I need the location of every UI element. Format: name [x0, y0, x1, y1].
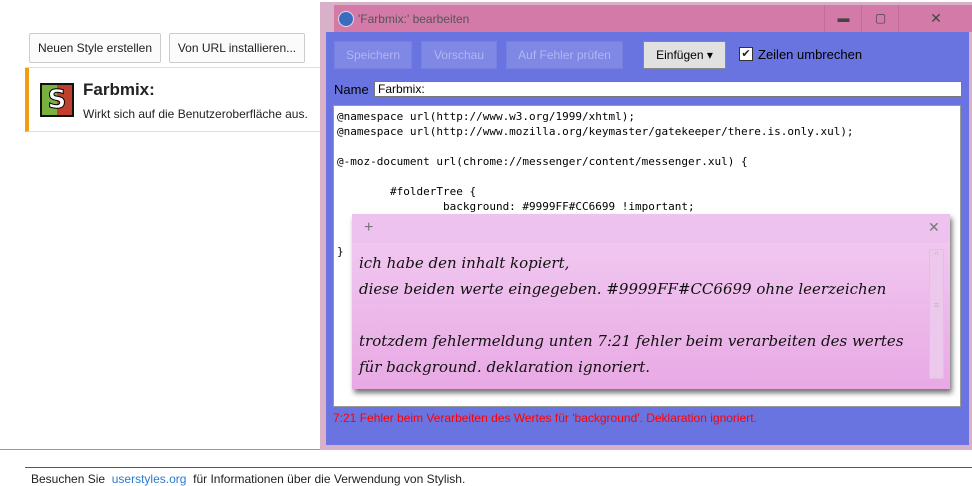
maximize-button[interactable]: ▢ — [861, 5, 899, 32]
new-style-button[interactable]: Neuen Style erstellen — [29, 33, 161, 63]
title-bar[interactable]: 'Farbmix:' bearbeiten ▬ ▢ ✕ — [334, 5, 972, 32]
footer-divider — [25, 467, 972, 468]
add-note-icon[interactable]: + — [364, 219, 373, 237]
sticky-note[interactable]: + ✕ ich habe den inhalt kopiert, diese b… — [352, 214, 950, 389]
wrap-lines-checkbox[interactable]: ✔ — [739, 47, 753, 61]
minimize-button[interactable]: ▬ — [824, 5, 862, 32]
close-button[interactable]: ✕ — [898, 5, 972, 32]
window-title: 'Farbmix:' bearbeiten — [358, 12, 470, 26]
note-line: für background. deklaration ignoriert. — [359, 358, 651, 376]
note-scrollbar[interactable]: ^ ≡ — [929, 249, 944, 379]
note-line: trotzdem fehlermeldung unten 7:21 fehler… — [359, 332, 904, 350]
thunderbird-icon — [338, 11, 354, 27]
name-label: Name — [334, 82, 369, 97]
scroll-up-icon[interactable]: ^ — [930, 250, 943, 260]
preview-button[interactable]: Vorschau — [421, 41, 497, 69]
save-button[interactable]: Speichern — [334, 41, 412, 69]
error-message: 7:21 Fehler beim Verarbeiten des Wertes … — [333, 411, 757, 425]
note-line: ich habe den inhalt kopiert, — [359, 254, 570, 272]
scroll-thumb[interactable]: ≡ — [930, 300, 943, 310]
style-entry[interactable]: S Farbmix: Wirkt sich auf die Benutzerob… — [25, 68, 329, 132]
install-from-url-button[interactable]: Von URL installieren... — [169, 33, 305, 63]
note-line — [359, 302, 904, 328]
stylish-logo-icon: S — [40, 83, 74, 117]
style-name: Farbmix: — [83, 80, 155, 99]
footer-text: Besuchen Sie userstyles.org für Informat… — [31, 472, 466, 486]
close-note-icon[interactable]: ✕ — [928, 219, 940, 236]
name-input[interactable] — [374, 81, 962, 97]
userstyles-link[interactable]: userstyles.org — [112, 472, 187, 486]
insert-dropdown[interactable]: Einfügen ▾ — [643, 41, 726, 69]
note-header — [352, 214, 950, 243]
check-errors-button[interactable]: Auf Fehler prüfen — [506, 41, 623, 69]
wrap-lines-label: Zeilen umbrechen — [758, 47, 863, 62]
style-description: Wirkt sich auf die Benutzeroberfläche au… — [83, 107, 308, 121]
note-line: diese beiden werte eingegeben. #9999FF#C… — [359, 280, 887, 298]
